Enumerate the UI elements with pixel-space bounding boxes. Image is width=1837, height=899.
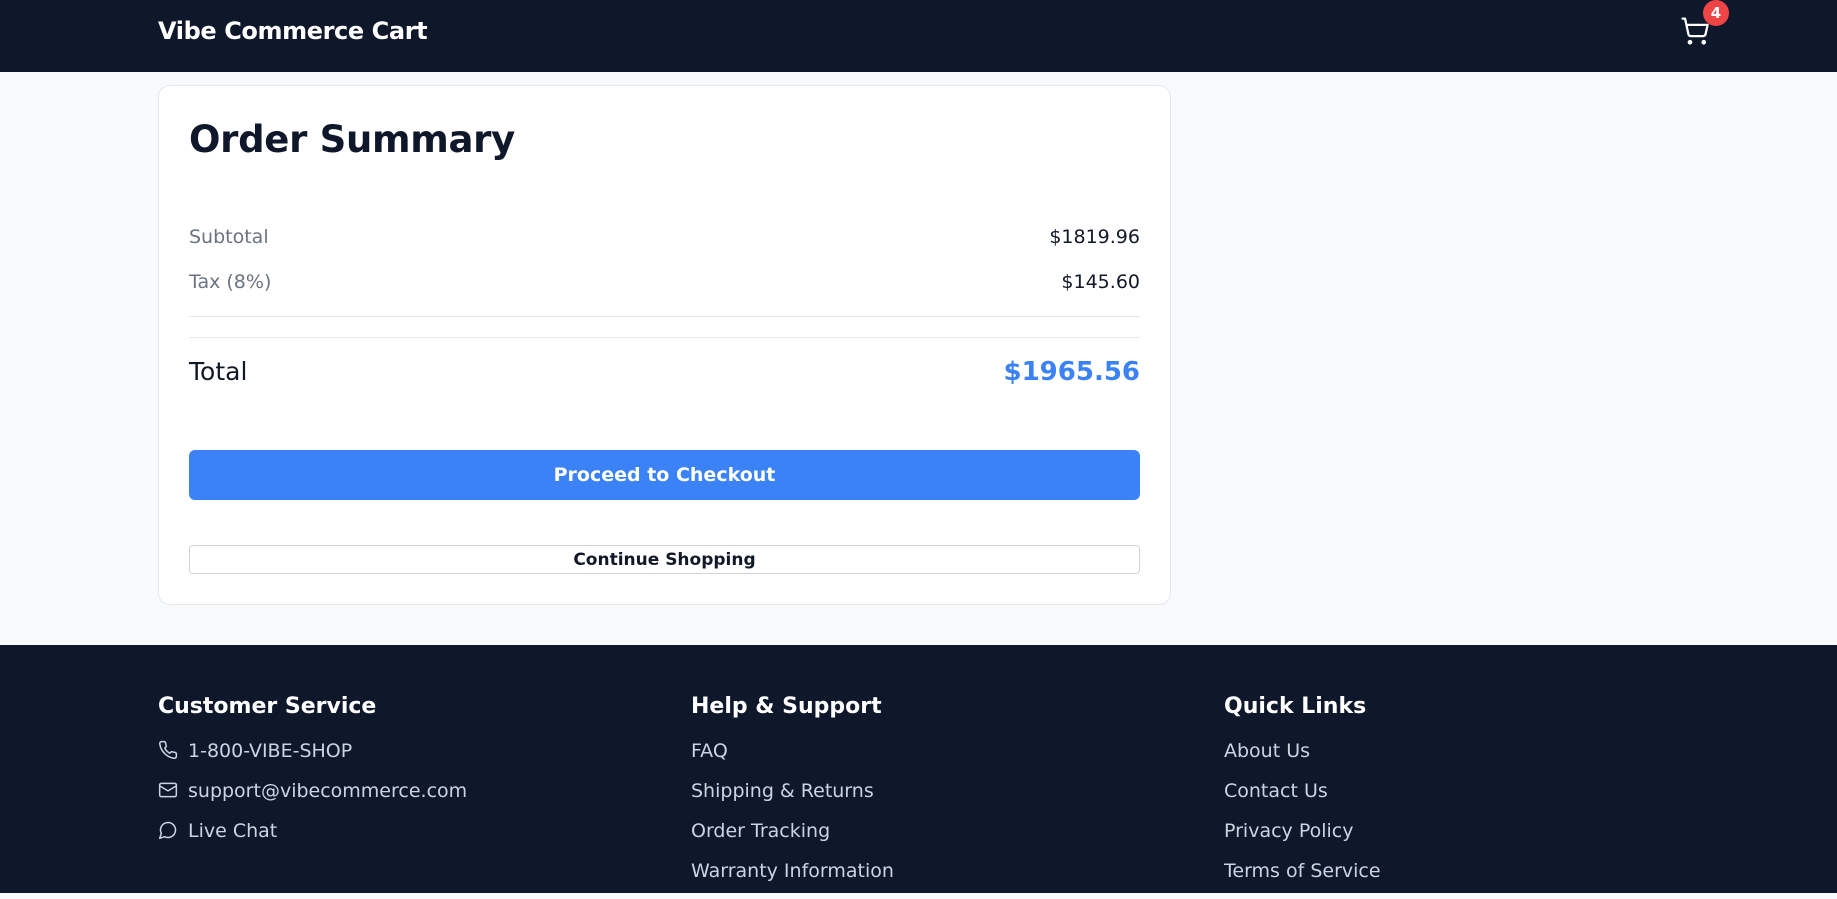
subtotal-value: $1819.96: [1049, 226, 1140, 248]
summary-divider: [189, 316, 1140, 317]
footer-link-shipping-returns[interactable]: Shipping & Returns: [691, 779, 1151, 819]
footer-customer-service: Customer Service 1-800-VIBE-SHOP support…: [158, 694, 618, 859]
total-value: $1965.56: [1003, 357, 1140, 387]
chat-icon: [158, 820, 188, 846]
subtotal-row: Subtotal $1819.96: [189, 226, 1140, 254]
mail-icon: [158, 780, 188, 806]
footer-live-chat-link[interactable]: Live Chat: [158, 819, 618, 859]
footer-link-terms-of-service[interactable]: Terms of Service: [1224, 859, 1684, 899]
footer-phone-text: 1-800-VIBE-SHOP: [188, 740, 353, 762]
total-label: Total: [189, 357, 248, 386]
footer-heading-quick-links: Quick Links: [1224, 694, 1367, 719]
order-summary-card: Order Summary Subtotal $1819.96 Tax (8%)…: [158, 85, 1171, 605]
top-navbar: Vibe Commerce Cart 4: [0, 0, 1837, 72]
footer-heading-customer-service: Customer Service: [158, 694, 377, 719]
footer-quick-links: Quick Links About Us Contact Us Privacy …: [1224, 694, 1684, 899]
order-summary-title: Order Summary: [189, 118, 515, 161]
summary-divider: [189, 337, 1140, 338]
footer-link-warranty[interactable]: Warranty Information: [691, 859, 1151, 899]
footer-help-support: Help & Support FAQ Shipping & Returns Or…: [691, 694, 1151, 899]
footer-link-about-us[interactable]: About Us: [1224, 739, 1684, 779]
proceed-to-checkout-button[interactable]: Proceed to Checkout: [189, 450, 1140, 500]
footer-heading-help-support: Help & Support: [691, 694, 882, 719]
footer-live-chat-text: Live Chat: [188, 820, 278, 842]
footer-link-contact-us[interactable]: Contact Us: [1224, 779, 1684, 819]
subtotal-label: Subtotal: [189, 226, 269, 248]
phone-icon: [158, 740, 188, 766]
footer-link-faq[interactable]: FAQ: [691, 739, 1151, 779]
footer-email-text: support@vibecommerce.com: [188, 780, 468, 802]
continue-shopping-button[interactable]: Continue Shopping: [189, 545, 1140, 574]
total-row: Total $1965.56: [189, 357, 1140, 391]
tax-value: $145.60: [1061, 271, 1140, 293]
footer-link-privacy-policy[interactable]: Privacy Policy: [1224, 819, 1684, 859]
site-footer: Customer Service 1-800-VIBE-SHOP support…: [0, 645, 1837, 893]
footer-phone-link[interactable]: 1-800-VIBE-SHOP: [158, 739, 618, 779]
footer-link-order-tracking[interactable]: Order Tracking: [691, 819, 1151, 859]
brand-title[interactable]: Vibe Commerce Cart: [158, 17, 428, 45]
footer-email-link[interactable]: support@vibecommerce.com: [158, 779, 618, 819]
tax-row: Tax (8%) $145.60: [189, 271, 1140, 299]
cart-count-badge: 4: [1703, 0, 1729, 26]
cart-button[interactable]: 4: [1680, 0, 1729, 50]
tax-label: Tax (8%): [189, 271, 272, 293]
